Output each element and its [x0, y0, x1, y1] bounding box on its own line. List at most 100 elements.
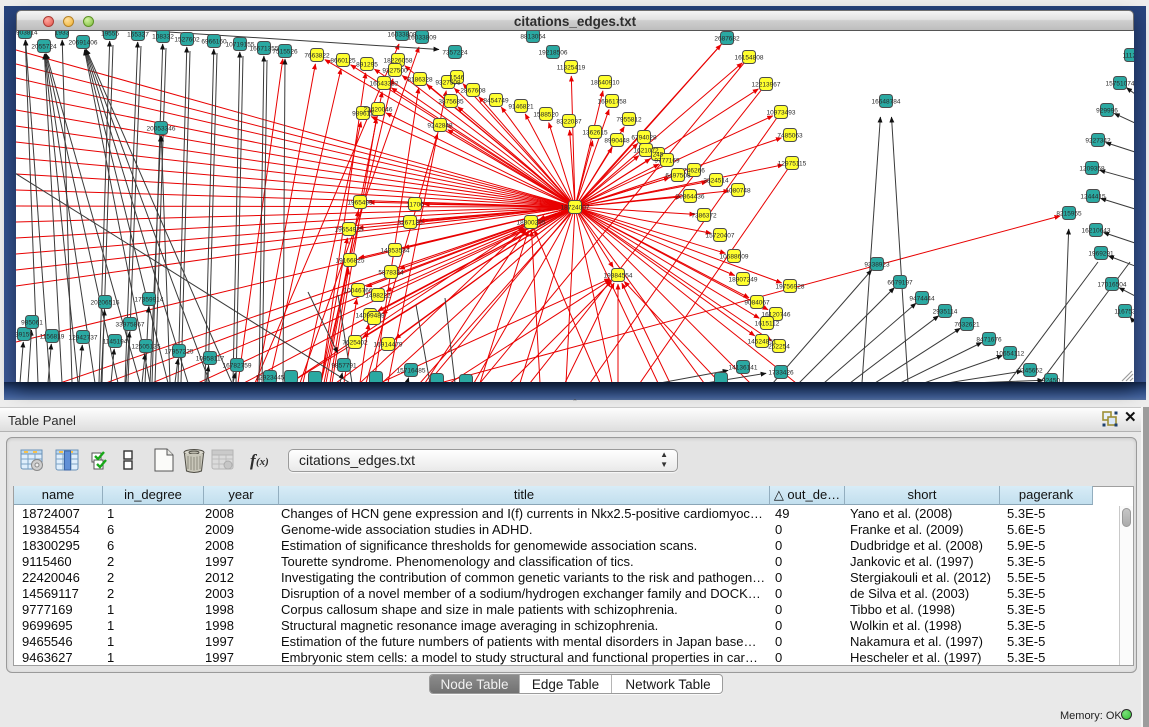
svg-text:7357224: 7357224	[442, 50, 468, 57]
svg-text:18724007: 18724007	[561, 205, 590, 212]
svg-text:9242848: 9242848	[427, 123, 453, 130]
svg-text:116753: 116753	[1114, 309, 1134, 316]
svg-text:7485063: 7485063	[777, 133, 803, 140]
svg-text:16154808: 16154808	[735, 55, 764, 62]
svg-text:985061: 985061	[21, 320, 43, 327]
svg-text:108332: 108332	[152, 34, 174, 41]
svg-text:1244415: 1244415	[1080, 194, 1106, 201]
svg-text:8186328: 8186328	[407, 77, 433, 84]
svg-text:9146821: 9146821	[508, 104, 534, 111]
svg-text:891295: 891295	[356, 62, 378, 69]
svg-text:9227342: 9227342	[1085, 138, 1111, 145]
svg-text:19218506: 19218506	[539, 50, 568, 57]
svg-text:8813054: 8813054	[520, 34, 546, 41]
svg-text:18640910: 18640910	[591, 80, 620, 87]
svg-text:14099489: 14099489	[356, 313, 385, 320]
svg-text:252254: 252254	[768, 344, 790, 351]
svg-text:1498222: 1498222	[365, 293, 391, 300]
svg-text:7515526: 7515526	[272, 49, 298, 56]
svg-text:20206516: 20206516	[91, 300, 120, 307]
svg-text:12942737: 12942737	[69, 335, 98, 342]
svg-text:16210643: 16210643	[1082, 228, 1111, 235]
svg-text:16033809: 16033809	[408, 35, 437, 42]
svg-text:5878334: 5878334	[378, 270, 404, 277]
svg-text:11700: 11700	[406, 202, 424, 209]
svg-text:8454749: 8454749	[483, 98, 509, 105]
svg-text:10654112: 10654112	[996, 351, 1025, 358]
svg-text:18300295: 18300295	[517, 220, 546, 227]
svg-text:9777169: 9777169	[654, 158, 680, 165]
svg-text:9857791: 9857791	[331, 363, 357, 370]
svg-text:1903814: 1903814	[16, 31, 38, 37]
svg-text:9327500: 9327500	[382, 68, 408, 75]
svg-text:15751074: 15751074	[1106, 81, 1134, 88]
svg-text:3824514: 3824514	[703, 178, 729, 185]
svg-text:16648784: 16648784	[872, 99, 901, 106]
svg-text:18226058: 18226058	[384, 58, 413, 65]
svg-text:10973493: 10973493	[767, 110, 796, 117]
svg-text:14136141: 14136141	[729, 365, 758, 372]
svg-text:19555: 19555	[101, 31, 119, 38]
svg-text:12213967: 12213967	[752, 82, 781, 89]
svg-text:12975115: 12975115	[778, 161, 807, 168]
svg-text:39159: 39159	[16, 332, 33, 339]
svg-text:(x): (x)	[256, 456, 269, 468]
svg-text:2055724: 2055724	[31, 44, 57, 51]
svg-text:1965495: 1965495	[347, 200, 373, 207]
svg-text:19756928: 19756928	[776, 284, 805, 291]
svg-text:10958117: 10958117	[196, 356, 225, 363]
svg-text:20364436: 20364436	[676, 194, 705, 201]
svg-text:1588520: 1588520	[533, 112, 559, 119]
svg-text:18907249: 18907249	[729, 277, 758, 284]
svg-text:16914479: 16914479	[374, 342, 403, 349]
svg-text:6794028: 6794028	[631, 135, 657, 142]
svg-text:929996: 929996	[1096, 108, 1118, 115]
svg-text:12505135: 12505135	[132, 344, 161, 351]
svg-text:1615112: 1615112	[755, 321, 780, 328]
svg-text:7955812: 7955812	[616, 117, 642, 124]
svg-text:8990448: 8990448	[604, 138, 630, 145]
svg-text:7625402: 7625402	[342, 340, 368, 347]
svg-text:33975867: 33975867	[116, 322, 145, 329]
svg-text:1145194: 1145194	[103, 339, 128, 346]
svg-text:17016504: 17016504	[1098, 282, 1127, 289]
svg-text:989612: 989612	[352, 111, 374, 118]
svg-text:16961758: 16961758	[598, 99, 627, 106]
svg-text:6966160: 6966160	[201, 39, 227, 46]
svg-text:165327: 165327	[127, 32, 149, 39]
svg-text:1080748: 1080748	[725, 188, 751, 195]
svg-text:8471676: 8471676	[976, 337, 1002, 344]
svg-text:20691406: 20691406	[69, 40, 98, 47]
svg-text:16543382: 16543382	[370, 81, 399, 88]
svg-text:8215955: 8215955	[1056, 211, 1082, 218]
svg-text:7632621: 7632621	[954, 322, 980, 329]
svg-text:1969291: 1969291	[1088, 251, 1114, 258]
svg-text:9245652: 9245652	[1017, 368, 1043, 375]
svg-text:1733426: 1733426	[768, 370, 794, 377]
svg-text:1156819: 1156819	[40, 334, 65, 341]
svg-text:12923445: 12923445	[256, 375, 285, 382]
svg-text:15716485: 15716485	[397, 368, 426, 375]
svg-text:92450: 92450	[1042, 378, 1060, 383]
svg-text:7663822: 7663822	[304, 53, 330, 60]
svg-text:3875685: 3875685	[438, 99, 464, 106]
svg-text:2687682: 2687682	[714, 36, 740, 43]
svg-text:7386372: 7386372	[691, 213, 717, 220]
svg-text:6679197: 6679197	[887, 280, 913, 287]
svg-text:16120746: 16120746	[762, 312, 791, 319]
svg-text:1933: 1933	[55, 31, 70, 37]
svg-text:16782759: 16782759	[223, 363, 252, 370]
svg-text:2867608: 2867608	[460, 88, 486, 95]
svg-text:9474444: 9474444	[909, 296, 935, 303]
svg-text:11123: 11123	[1122, 53, 1134, 60]
svg-text:9338923: 9338923	[864, 262, 890, 269]
svg-text:1209358: 1209358	[1079, 166, 1105, 173]
svg-text:2935114: 2935114	[933, 309, 958, 316]
svg-text:15720407: 15720407	[706, 233, 735, 240]
svg-text:19654935: 19654935	[335, 227, 364, 234]
svg-text:19166825: 19166825	[336, 258, 365, 265]
svg-text:17359914: 17359914	[135, 297, 164, 304]
svg-text:9084067: 9084067	[744, 300, 770, 307]
svg-text:19384554: 19384554	[604, 273, 633, 280]
svg-text:10688609: 10688609	[720, 254, 749, 261]
